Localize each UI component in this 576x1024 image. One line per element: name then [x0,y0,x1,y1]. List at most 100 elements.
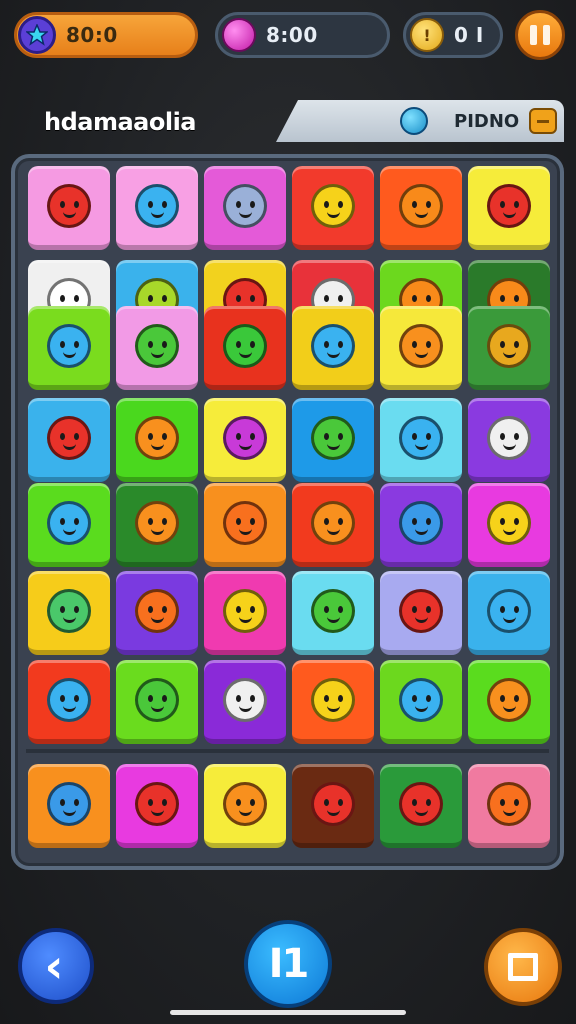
candy-piece-icon [223,588,267,633]
tile-r5-c2[interactable] [204,571,286,655]
candy-piece-icon [399,588,443,633]
candy-piece-icon [223,500,267,545]
tile-r5-c5[interactable] [468,571,550,655]
candy-piece-icon [47,677,91,722]
candy-piece-icon [311,323,355,368]
tile-r0-c5[interactable] [468,166,550,250]
tile-r2-c3[interactable] [292,306,374,390]
tile-r3-c2[interactable] [204,398,286,482]
tile-r0-c1[interactable] [116,166,198,250]
tile-r5-c1[interactable] [116,571,198,655]
candy-piece-icon [399,183,443,228]
coins-value: 0 I [454,23,484,47]
tile-r2-c2[interactable] [204,306,286,390]
timer-value: 8:00 [266,23,318,47]
tile-r7-c3[interactable] [292,764,374,848]
candy-piece-icon [47,588,91,633]
tile-r4-c0[interactable] [28,483,110,567]
level-button[interactable]: I1 [244,920,332,1008]
coins-pill: ! 0 I [403,12,503,58]
candy-piece-icon [47,183,91,228]
tile-r6-c5[interactable] [468,660,550,744]
candy-piece-icon [135,323,179,368]
mode-label: PIDNO [454,110,520,132]
tile-r7-c2[interactable] [204,764,286,848]
candy-piece-icon [487,415,531,460]
tile-r4-c4[interactable] [380,483,462,567]
back-button[interactable]: ‹ [18,928,94,1004]
tile-r6-c2[interactable] [204,660,286,744]
tile-r5-c3[interactable] [292,571,374,655]
square-icon [508,953,538,981]
candy-piece-icon [135,781,179,826]
candy-piece-icon [223,323,267,368]
tile-r2-c4[interactable] [380,306,462,390]
tile-r4-c3[interactable] [292,483,374,567]
tile-r4-c1[interactable] [116,483,198,567]
tile-r6-c3[interactable] [292,660,374,744]
gem-icon [222,18,256,52]
candy-piece-icon [135,588,179,633]
candy-piece-icon [487,500,531,545]
menu-button[interactable] [484,928,562,1006]
candy-piece-icon [311,677,355,722]
tile-r2-c1[interactable] [116,306,198,390]
tile-r6-c0[interactable] [28,660,110,744]
tile-r7-c1[interactable] [116,764,198,848]
candy-piece-icon [399,677,443,722]
pause-button[interactable] [515,10,565,60]
tile-r5-c0[interactable] [28,571,110,655]
coin-icon: ! [410,18,444,52]
candy-piece-icon [399,323,443,368]
candy-piece-icon [135,415,179,460]
tile-r3-c1[interactable] [116,398,198,482]
candy-piece-icon [399,500,443,545]
candy-piece-icon [223,781,267,826]
candy-piece-icon [47,500,91,545]
tile-r0-c4[interactable] [380,166,462,250]
level-button-label: I1 [268,941,310,987]
tile-r7-c5[interactable] [468,764,550,848]
tile-r4-c2[interactable] [204,483,286,567]
tile-r7-c4[interactable] [380,764,462,848]
candy-piece-icon [47,415,91,460]
tile-r5-c4[interactable] [380,571,462,655]
star-icon [18,16,56,54]
tile-r2-c5[interactable] [468,306,550,390]
tile-r7-c0[interactable] [28,764,110,848]
candy-piece-icon [135,677,179,722]
candy-piece-icon [47,323,91,368]
timer-pill: 8:00 [215,12,390,58]
candy-piece-icon [311,588,355,633]
tile-r3-c0[interactable] [28,398,110,482]
candy-piece-icon [311,183,355,228]
tile-r3-c5[interactable] [468,398,550,482]
candy-piece-icon [487,323,531,368]
candy-piece-icon [311,500,355,545]
tile-r3-c3[interactable] [292,398,374,482]
tile-r4-c5[interactable] [468,483,550,567]
candy-piece-icon [135,183,179,228]
globe-icon [400,107,428,135]
candy-piece-icon [135,500,179,545]
tile-r2-c0[interactable] [28,306,110,390]
tile-r0-c2[interactable] [204,166,286,250]
candy-piece-icon [223,415,267,460]
pause-icon [530,25,537,45]
candy-piece-icon [487,677,531,722]
tile-r3-c4[interactable] [380,398,462,482]
candy-piece-icon [487,588,531,633]
tile-r0-c3[interactable] [292,166,374,250]
candy-piece-icon [487,781,531,826]
candy-piece-icon [311,415,355,460]
level-title: hdamaaolia [44,108,197,136]
candy-piece-icon [47,781,91,826]
tile-r6-c1[interactable] [116,660,198,744]
candy-piece-icon [223,183,267,228]
tile-r6-c4[interactable] [380,660,462,744]
board-divider [26,749,549,753]
tile-r0-c0[interactable] [28,166,110,250]
chevron-left-icon: ‹ [44,939,64,993]
candy-piece-icon [399,415,443,460]
score-pill: 80:0 [14,12,198,58]
